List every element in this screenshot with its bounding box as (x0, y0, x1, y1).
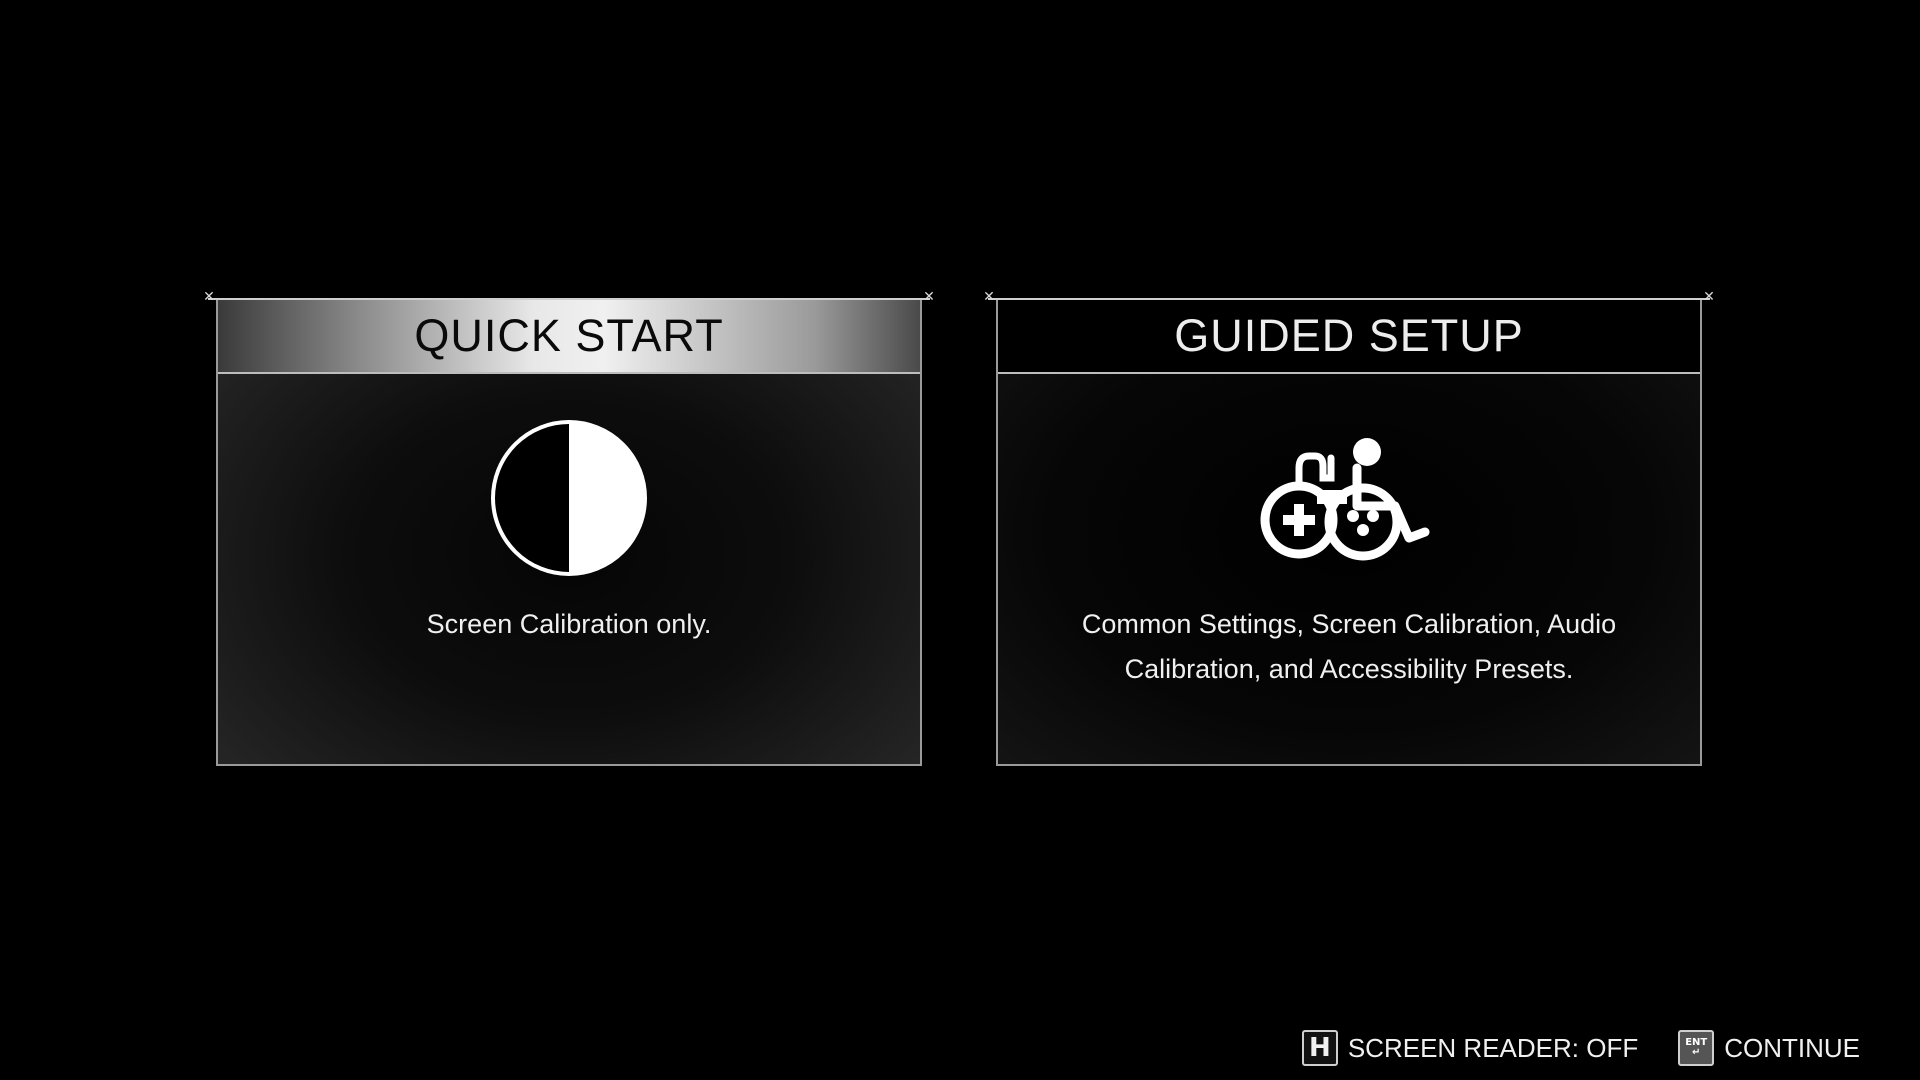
screen-reader-toggle[interactable]: H SCREEN READER: OFF (1301, 1030, 1639, 1066)
setup-screen: ✕ ✕ QUICK START Screen Calibration only.… (0, 0, 1920, 1080)
corner-ornament: ✕ (1703, 289, 1715, 305)
guided-setup-title: GUIDED SETUP (998, 300, 1700, 374)
guided-setup-description: Common Settings, Screen Calibration, Aud… (1081, 609, 1617, 684)
h-key-icon: H (1301, 1030, 1338, 1066)
corner-ornament: ✕ (203, 289, 215, 305)
footer-prompts: H SCREEN READER: OFF ENT ↵ CONTINUE (1301, 1030, 1860, 1066)
enter-arrow-icon: ↵ (1692, 1047, 1701, 1058)
quick-start-title: QUICK START (218, 300, 920, 374)
guided-setup-card[interactable]: ✕ ✕ GUIDED SETUP Common Settings, Screen… (983, 290, 1715, 766)
continue-button[interactable]: ENT ↵ CONTINUE (1678, 1030, 1860, 1066)
accessibility-controller-wheelchair-icon (1260, 438, 1430, 561)
corner-ornament: ✕ (923, 289, 935, 305)
quick-start-card[interactable]: ✕ ✕ QUICK START Screen Calibration only. (203, 290, 935, 766)
screen-reader-label: SCREEN READER: OFF (1347, 1032, 1639, 1063)
quick-start-description: Screen Calibration only. (426, 609, 712, 639)
contrast-half-circle-icon (491, 420, 647, 576)
corner-ornament: ✕ (983, 289, 995, 305)
enter-key-icon: ENT ↵ (1678, 1030, 1715, 1066)
continue-label: CONTINUE (1724, 1032, 1860, 1063)
